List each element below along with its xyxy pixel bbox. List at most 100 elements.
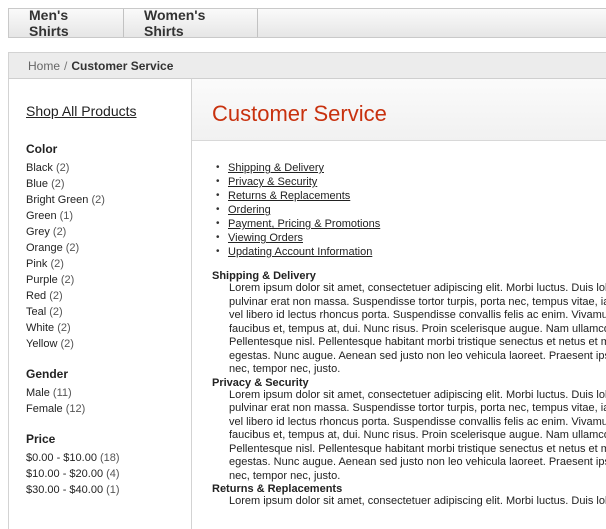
facet-item-count: (2) bbox=[65, 242, 80, 254]
facet-item-label: White bbox=[26, 322, 55, 334]
facet-item-count: (11) bbox=[52, 387, 72, 399]
toc-item: Ordering bbox=[216, 203, 606, 217]
section-body-line: pulvinar erat non massa. Suspendisse tor… bbox=[229, 295, 606, 308]
content-sections: Shipping & Delivery Lorem ipsum dolor sit… bbox=[212, 270, 606, 509]
section-body-line: pulvinar erat non massa. Suspendisse tor… bbox=[229, 402, 606, 414]
sidebar: Shop All Products Color Black (2) Blue (2)… bbox=[8, 78, 192, 529]
facet-item-green[interactable]: Green (1) bbox=[26, 208, 191, 224]
facet-item-female[interactable]: Female (12) bbox=[26, 401, 191, 417]
facet-item-count: (12) bbox=[65, 403, 86, 415]
facet-item-male[interactable]: Male (11) bbox=[26, 385, 191, 401]
facet-item-label: Grey bbox=[26, 226, 50, 238]
section-body-line: vel libero id lectus rhoncus porta. Susp… bbox=[229, 309, 606, 321]
section-title-privacy-security: Privacy & Security bbox=[212, 376, 309, 389]
facet-item-red[interactable]: Red (2) bbox=[26, 288, 191, 304]
facet-item-count: (1) bbox=[59, 210, 74, 222]
toc-item: Updating Account Information bbox=[216, 245, 606, 259]
facet-item-count: (18) bbox=[100, 452, 120, 464]
facet-item-label: Teal bbox=[26, 306, 47, 318]
toc-link-viewing-orders[interactable]: Viewing Orders bbox=[228, 232, 303, 244]
toc-link-privacy-security[interactable]: Privacy & Security bbox=[228, 176, 317, 188]
breadcrumb-current: Customer Service bbox=[71, 58, 174, 73]
facet-item-label: Pink bbox=[26, 258, 48, 270]
toc-link-returns-replacements[interactable]: Returns & Replacements bbox=[228, 190, 350, 202]
facet-item-grey[interactable]: Grey (2) bbox=[26, 224, 191, 240]
page-header: Customer Service bbox=[192, 79, 606, 141]
toc-link-updating-account-information[interactable]: Updating Account Information bbox=[228, 246, 372, 258]
section-body: Lorem ipsum dolor sit amet, consectetuer… bbox=[229, 389, 606, 484]
table-of-contents: Shipping & Delivery Privacy & Security Ret… bbox=[216, 161, 606, 259]
section-body: Lorem ipsum dolor sit amet, consectetuer… bbox=[229, 495, 606, 509]
facet-item-white[interactable]: White (2) bbox=[26, 320, 191, 336]
facet-item-label: Red bbox=[26, 290, 47, 302]
facet-item-count: (2) bbox=[60, 274, 75, 286]
facet-item-0-00-10-00[interactable]: $0.00 - $10.00 (18) bbox=[26, 450, 191, 466]
toc-item: Viewing Orders bbox=[216, 231, 606, 245]
facet-list-color: Black (2) Blue (2) Bright Green (2) Green (… bbox=[26, 160, 191, 352]
toc-link-ordering[interactable]: Ordering bbox=[228, 204, 271, 216]
section-title-returns-replacements: Returns & Replacements bbox=[212, 483, 343, 495]
toc-link-shipping-delivery[interactable]: Shipping & Delivery bbox=[228, 162, 324, 174]
facet-title-gender: Gender bbox=[26, 367, 69, 381]
facet-item-count: (2) bbox=[57, 322, 71, 334]
facet-item-count: (2) bbox=[91, 194, 105, 206]
facet-item-yellow[interactable]: Yellow (2) bbox=[26, 336, 191, 352]
facet-item-count: (2) bbox=[60, 338, 74, 350]
toc-item: Returns & Replacements bbox=[216, 189, 606, 203]
facet-item-label: $10.00 - $20.00 bbox=[26, 468, 104, 480]
section-body-line: nec, tempor nec, justo. bbox=[229, 469, 341, 482]
main-content: Customer Service Shipping & Delivery Priv… bbox=[192, 78, 606, 529]
facet-item-bright-green[interactable]: Bright Green (2) bbox=[26, 192, 191, 208]
section-body-line: Lorem ipsum dolor sit amet, consectetuer… bbox=[229, 388, 606, 401]
shop-all-products-link[interactable]: Shop All Products bbox=[26, 103, 191, 119]
section-body-line: nec, tempor nec, justo. bbox=[229, 363, 341, 375]
facet-item-label: Black bbox=[26, 162, 53, 174]
facet-item-count: (2) bbox=[51, 178, 65, 190]
tab-womens-shirts[interactable]: Women's Shirts bbox=[124, 7, 258, 39]
section-body-line: vel libero id lectus rhoncus porta. Susp… bbox=[229, 415, 606, 428]
facet-item-label: Green bbox=[26, 210, 57, 222]
facet-item-count: (2) bbox=[49, 306, 63, 318]
facet-item-label: Blue bbox=[26, 178, 49, 190]
facet-item-black[interactable]: Black (2) bbox=[26, 160, 191, 176]
facet-item-count: (1) bbox=[106, 484, 120, 496]
page-title: Customer Service bbox=[212, 101, 387, 126]
toc-link-payment-pricing-promotions[interactable]: Payment, Pricing & Promotions bbox=[228, 218, 380, 230]
breadcrumb-home-link[interactable]: Home bbox=[28, 59, 60, 73]
facet-item-label: Female bbox=[26, 403, 63, 415]
facet-item-count: (2) bbox=[52, 226, 67, 238]
facet-list-price: $0.00 - $10.00 (18) $10.00 - $20.00 (4) $3… bbox=[26, 450, 191, 498]
facet-item-purple[interactable]: Purple (2) bbox=[26, 272, 191, 288]
section-body-line: Pellentesque nisl. Pellentesque habitant… bbox=[229, 336, 606, 348]
top-navigation: Men's Shirts Women's Shirts bbox=[8, 7, 606, 39]
facet-item-30-00-40-00[interactable]: $30.00 - $40.00 (1) bbox=[26, 482, 191, 498]
facet-item-10-00-20-00[interactable]: $10.00 - $20.00 (4) bbox=[26, 466, 191, 482]
facet-item-count: (2) bbox=[49, 290, 63, 302]
facet-item-teal[interactable]: Teal (2) bbox=[26, 304, 191, 320]
facet-title-color: Color bbox=[26, 142, 58, 156]
tab-mens-shirts[interactable]: Men's Shirts bbox=[9, 7, 124, 39]
section-body-line: faucibus et, tempus at, dui. Nunc risus.… bbox=[229, 322, 606, 335]
facet-item-label: $0.00 - $10.00 bbox=[26, 452, 97, 464]
section-body: Lorem ipsum dolor sit amet, consectetuer… bbox=[229, 282, 606, 377]
facet-item-count: (2) bbox=[55, 162, 70, 174]
toc-item: Shipping & Delivery bbox=[216, 161, 606, 175]
breadcrumb: Home / Customer Service bbox=[8, 52, 606, 78]
facet-title-price: Price bbox=[26, 432, 56, 446]
facet-item-label: Yellow bbox=[26, 338, 58, 350]
toc-item: Payment, Pricing & Promotions bbox=[216, 217, 606, 231]
facet-list-gender: Male (11) Female (12) bbox=[26, 385, 191, 417]
breadcrumb-separator: / bbox=[64, 58, 68, 73]
facet-item-count: (2) bbox=[50, 258, 64, 270]
facet-item-orange[interactable]: Orange (2) bbox=[26, 240, 191, 256]
section-title-shipping-delivery: Shipping & Delivery bbox=[212, 270, 316, 282]
section-body-line: egestas. Nunc augue. Aenean sed justo no… bbox=[229, 456, 606, 468]
section-body-line: Lorem ipsum dolor sit amet, consectetuer… bbox=[229, 495, 606, 507]
facet-item-label: $30.00 - $40.00 bbox=[26, 484, 104, 496]
section-body-line: egestas. Nunc augue. Aenean sed justo no… bbox=[229, 349, 606, 362]
facet-item-pink[interactable]: Pink (2) bbox=[26, 256, 191, 272]
facet-item-count: (4) bbox=[106, 468, 120, 480]
facet-item-label: Male bbox=[26, 387, 50, 399]
facet-groups: Color Black (2) Blue (2) Bright Green (2) Gr… bbox=[26, 142, 191, 498]
facet-item-blue[interactable]: Blue (2) bbox=[26, 176, 191, 192]
